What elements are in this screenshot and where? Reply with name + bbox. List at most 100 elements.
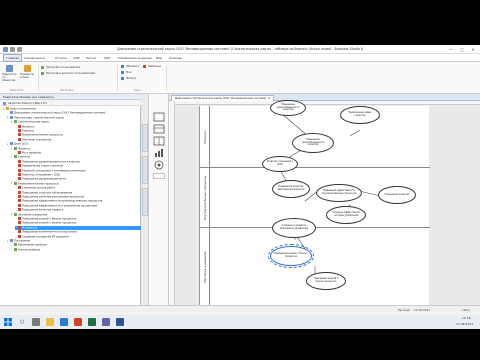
tree-item-label: Повышение качества выполнения процессов	[22, 195, 84, 199]
excel-icon[interactable]	[88, 318, 96, 326]
templates-button[interactable]: Шаблоны	[148, 65, 161, 68]
goal-ellipse[interactable]: Повышение удовлетворенности клиентов	[270, 100, 306, 116]
status-date: 12.08.2021	[414, 307, 431, 312]
goal-ellipse[interactable]: Привлечение новых клиентов	[340, 106, 380, 124]
refresh-icon	[121, 65, 124, 68]
tree-node-icon	[18, 177, 21, 181]
menu-bar: Главная Справочники Отчеты СМР Расчет ОК…	[0, 54, 480, 62]
goal-ellipse[interactable]: Создание и развитие механизмов управлени…	[272, 218, 316, 238]
teams-icon[interactable]	[102, 318, 110, 326]
business-studio-icon[interactable]	[116, 318, 124, 326]
menu-help[interactable]: Помощь	[169, 56, 182, 60]
goal-ellipse[interactable]: Создание эффективной системы управления	[326, 206, 366, 224]
status-bar: Русский 12.08.2021 100%	[0, 305, 480, 312]
tree-item-label: Внутренние бизнес-процессы	[18, 182, 59, 186]
menu-home[interactable]: Главная	[3, 54, 22, 62]
tree-node-icon	[10, 111, 13, 115]
menu-model[interactable]: Управление моделью	[118, 56, 152, 60]
minimize-button[interactable]: —	[446, 46, 456, 53]
tree-item-label: Повышение знаний о бизнес-процессах	[22, 221, 77, 225]
shape-text[interactable]	[153, 173, 165, 179]
all-users-settings-button[interactable]: Настройки для всех пользователей	[46, 72, 95, 75]
maximize-button[interactable]: ▢	[457, 46, 467, 53]
tree-node-icon	[6, 107, 9, 110]
navigator-button[interactable]: Навигатор по объектам	[2, 73, 18, 82]
shape-chart[interactable]	[153, 148, 165, 158]
tree-node-icon	[18, 230, 21, 234]
task-view-icon[interactable]	[32, 318, 40, 326]
tree-item-label: Внутренние бизнес-процессы	[22, 133, 63, 137]
templates-icon	[143, 65, 146, 68]
ribbon-group-settings: Настройки	[60, 89, 74, 92]
goal-ellipse[interactable]: Повышение качества	[378, 186, 416, 204]
tree-node-icon	[18, 168, 21, 172]
properties-icon[interactable]	[3, 101, 6, 105]
ribbon-separator	[38, 65, 39, 91]
shape-list[interactable]	[153, 124, 165, 134]
tree-node-icon	[14, 247, 17, 251]
menu-calc[interactable]: Расчет	[86, 56, 97, 60]
goal-ellipse[interactable]: Повышение качества выполнения процессов	[272, 180, 310, 198]
status-language: Русский	[398, 307, 410, 312]
tree-node-icon	[18, 199, 21, 203]
search-icon[interactable]: ○	[20, 319, 24, 325]
goal-ellipse[interactable]: Повышение эффективности производственных…	[316, 184, 362, 202]
refresh-button[interactable]: Обновить	[126, 65, 139, 68]
tree-item-label: Привлечение новых клиентов	[22, 164, 64, 168]
close-button[interactable]: ✕	[468, 46, 478, 53]
tree-node-icon	[18, 217, 21, 220]
navigator-tools[interactable]: Свойства Фильтр ▾ Вид ▾ Я ▾	[8, 102, 47, 105]
goal-ellipse[interactable]: Повышение удовлетворенности клиентов	[292, 133, 334, 153]
filter-button[interactable]: Фильтр	[126, 77, 136, 80]
clock-time[interactable]: 12:16	[462, 316, 471, 320]
status-zoom[interactable]: 100%	[462, 308, 470, 312]
goal-ellipse-selected[interactable]: Повышение знаний о бизнес-процессах	[268, 244, 314, 268]
file-explorer-icon[interactable]	[46, 318, 54, 326]
tree-item-label: Увеличение прибыли	[18, 243, 47, 247]
tree-node-icon	[18, 151, 21, 154]
menu-reports[interactable]: Отчеты	[55, 56, 67, 60]
window-title: Диаграмма стратегической карты ООО "Инно…	[117, 47, 363, 51]
tree-item-label: Повышение эффективности и управление про…	[22, 204, 98, 208]
tree-item-label: Клиенты	[22, 129, 35, 133]
tree-item-label: Повышение знаний о бизнес-процессах	[22, 217, 77, 221]
tree-item-label: Чистая прибыль	[18, 248, 41, 252]
tree-item-label: Финансы	[18, 147, 31, 151]
tree-node-icon	[18, 164, 21, 168]
shape-table[interactable]	[153, 136, 165, 146]
menu-okr[interactable]: ОКР	[104, 56, 110, 60]
goal-ellipse[interactable]: Развитие отношений с ООО	[262, 156, 298, 172]
tree-item-label: Обучение и развитие	[18, 213, 48, 217]
elements-button[interactable]: Элементы в базе	[20, 73, 34, 79]
tree-node-icon	[14, 120, 17, 124]
document-tabs: Диаграмма стратегической карты ООО "Инно…	[169, 94, 480, 101]
shape-rect[interactable]	[153, 112, 165, 122]
tab-navigator[interactable]	[142, 156, 148, 184]
tree-node-icon	[18, 159, 21, 163]
windows-start-icon[interactable]	[4, 318, 12, 326]
tree-node-icon	[18, 124, 21, 128]
tree-item[interactable]: Чистая прибыль	[11, 247, 141, 252]
shape-circle[interactable]	[153, 160, 165, 170]
mine-button[interactable]: Мои	[126, 71, 132, 74]
tree-node-icon	[18, 137, 21, 141]
tree-node-icon	[18, 203, 21, 207]
menu-view[interactable]: Вид	[156, 56, 162, 60]
clock-date[interactable]: 12.08.2021	[456, 322, 473, 326]
tree-node-icon	[14, 146, 17, 150]
filter-icon	[121, 77, 124, 80]
horizontal-ruler	[175, 101, 480, 105]
tree-node-icon	[18, 173, 21, 176]
tab-properties[interactable]	[142, 124, 148, 152]
goal-ellipse[interactable]: Повышение знаний о бизнес-процессах	[306, 272, 346, 290]
menu-smr[interactable]: СМР	[73, 56, 80, 60]
user-settings-icon	[41, 66, 44, 69]
tab-window[interactable]	[142, 188, 148, 216]
menu-directories[interactable]: Справочники	[24, 56, 45, 60]
diagram-canvas[interactable]: Клиенты Внутренние бизнес-процессы Обуче…	[199, 100, 430, 305]
office-icon[interactable]	[74, 318, 82, 326]
edge-icon[interactable]	[60, 318, 68, 326]
tree-item-label: Повышение скорости обслуживания	[22, 191, 73, 195]
tree-item-label: Клиенты	[18, 155, 31, 159]
user-settings-button[interactable]: Настройки пользователя	[46, 66, 80, 69]
